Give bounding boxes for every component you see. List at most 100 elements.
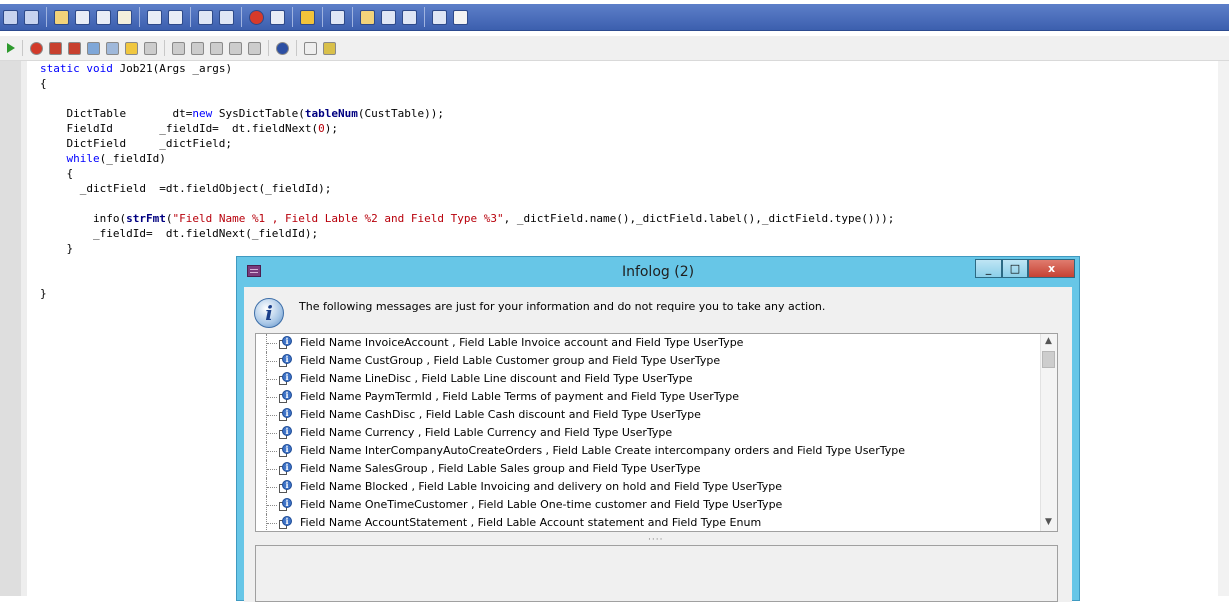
warning-icon[interactable]: [300, 9, 315, 25]
undo-icon[interactable]: [210, 41, 223, 55]
list-item[interactable]: i Field Name InterCompanyAutoCreateOrders…: [256, 442, 1036, 460]
scroll-down-icon[interactable]: ▼: [1041, 515, 1056, 530]
tree-line: [267, 415, 277, 417]
keyword: new: [192, 107, 213, 120]
report2-icon[interactable]: [402, 9, 417, 25]
info-message-icon: i: [277, 444, 292, 458]
list-item[interactable]: i Field Name Blocked , Field Lable Invoic…: [256, 478, 1036, 496]
tree-line: [267, 523, 277, 525]
tree-line: [267, 469, 277, 471]
tree-line: [267, 397, 277, 399]
script-icon[interactable]: [248, 41, 261, 55]
copy-icon[interactable]: [144, 41, 157, 55]
code-text: {: [40, 77, 47, 90]
info-icon: i: [254, 298, 284, 328]
list-item-text: Field Name SalesGroup , Field Lable Sale…: [300, 462, 701, 475]
tree-line: [267, 487, 277, 489]
infolog-body: i The following messages are just for yo…: [244, 287, 1072, 602]
list-item-text: Field Name CustGroup , Field Lable Custo…: [300, 354, 721, 367]
breakpoint-list-icon[interactable]: [68, 41, 81, 55]
toolbar-separator: [241, 7, 242, 27]
code-text: info(: [40, 212, 127, 225]
report-icon[interactable]: [381, 9, 396, 25]
replace-icon[interactable]: [168, 9, 183, 25]
line-number-icon[interactable]: [304, 41, 317, 55]
message-list[interactable]: i Field Name InvoiceAccount , Field Lable…: [255, 333, 1058, 532]
function-name: strFmt: [126, 212, 166, 225]
code-text: , _dictField.name(),_dictField.label(),_…: [503, 212, 895, 225]
help-icon[interactable]: [276, 41, 289, 55]
table-icon[interactable]: [330, 9, 345, 25]
tree-line: [267, 361, 277, 363]
paste-icon[interactable]: [172, 41, 185, 55]
compile-icon[interactable]: [219, 9, 234, 25]
breakpoint-icon[interactable]: [30, 41, 43, 55]
list-item[interactable]: i Field Name CashDisc , Field Lable Cash …: [256, 406, 1036, 424]
list-item[interactable]: i Field Name OneTimeCustomer , Field Labl…: [256, 496, 1036, 514]
run-icon[interactable]: [7, 43, 15, 53]
list-item[interactable]: i Field Name LineDisc , Field Lable Line …: [256, 370, 1036, 388]
code-text: }: [40, 242, 74, 255]
list-item-text: Field Name CashDisc , Field Lable Cash d…: [300, 408, 701, 421]
compile-icon[interactable]: [125, 41, 138, 55]
scroll-thumb[interactable]: [1042, 351, 1055, 368]
paste-icon[interactable]: [117, 9, 132, 25]
debug-icon[interactable]: [87, 41, 100, 55]
import-icon[interactable]: [270, 9, 285, 25]
list-item-text: Field Name Currency , Field Lable Curren…: [300, 426, 673, 439]
maximize-button[interactable]: □: [1002, 259, 1028, 278]
editor-toolbar: [0, 36, 1229, 61]
list-item[interactable]: i Field Name AccountStatement , Field Lab…: [256, 514, 1036, 531]
message-list-scrollbar[interactable]: ▲ ▼: [1040, 334, 1057, 531]
code-line-13: }: [40, 242, 73, 257]
list-item[interactable]: i Field Name Currency , Field Lable Curre…: [256, 424, 1036, 442]
info-message-icon: i: [277, 462, 292, 476]
function-name: tableNum: [304, 107, 358, 120]
duplicate-icon[interactable]: [191, 41, 204, 55]
list-item[interactable]: i Field Name PaymTermId , Field Lable Ter…: [256, 388, 1036, 406]
toolbar-separator: [424, 7, 425, 27]
code-text: FieldId _fieldId= dt.fieldNext(: [40, 122, 319, 135]
code-line-8: {: [40, 167, 73, 182]
doc-icon[interactable]: [453, 9, 468, 25]
redo-icon[interactable]: [229, 41, 242, 55]
toolbar-separator: [268, 40, 269, 56]
editor-scrollbar[interactable]: [1218, 61, 1229, 596]
list-item-text: Field Name InvoiceAccount , Field Lable …: [300, 336, 744, 349]
code-text: _dictField =dt.fieldObject(_fieldId);: [40, 182, 332, 195]
copy-icon[interactable]: [96, 9, 111, 25]
find-icon[interactable]: [147, 9, 162, 25]
infolog-title: Infolog (2): [621, 264, 695, 280]
editor-margin: [21, 61, 27, 596]
string-literal: "Field Name %1 , Field Lable %2 and Fiel…: [172, 212, 504, 225]
toolbar-separator: [22, 40, 23, 56]
list-item[interactable]: i Field Name CustGroup , Field Lable Cust…: [256, 352, 1036, 370]
minimize-button[interactable]: _: [975, 259, 1002, 278]
code-line-9: _dictField =dt.fieldObject(_fieldId);: [40, 182, 332, 197]
grid-icon[interactable]: [360, 9, 375, 25]
cut-icon[interactable]: [75, 9, 90, 25]
clear-breakpoints-icon[interactable]: [49, 41, 62, 55]
tree-icon[interactable]: [3, 9, 18, 25]
code-line-1: static void Job21(Args _args): [40, 62, 232, 77]
list-item-text: Field Name InterCompanyAutoCreateOrders …: [300, 444, 905, 457]
pane-splitter[interactable]: ····: [648, 535, 663, 545]
list-item[interactable]: i Field Name InvoiceAccount , Field Lable…: [256, 334, 1036, 352]
code-text: {: [40, 167, 74, 180]
arrow-icon[interactable]: [24, 9, 39, 25]
code-line-7: while(_fieldId): [40, 152, 165, 167]
lookup-icon[interactable]: [106, 41, 119, 55]
stop-icon[interactable]: [249, 9, 264, 25]
code-text: (CustTable));: [357, 107, 444, 120]
list-item-text: Field Name LineDisc , Field Lable Line d…: [300, 372, 693, 385]
toolbar-separator: [46, 7, 47, 27]
list-item[interactable]: i Field Name SalesGroup , Field Lable Sal…: [256, 460, 1036, 478]
close-button[interactable]: x: [1028, 259, 1075, 278]
export-icon[interactable]: [432, 9, 447, 25]
code-line-6: DictField _dictField;: [40, 137, 232, 152]
folder-icon[interactable]: [54, 9, 69, 25]
scroll-up-icon[interactable]: ▲: [1041, 334, 1056, 349]
form-icon[interactable]: [198, 9, 213, 25]
source-control-icon[interactable]: [323, 41, 336, 55]
info-message-icon: i: [277, 426, 292, 440]
